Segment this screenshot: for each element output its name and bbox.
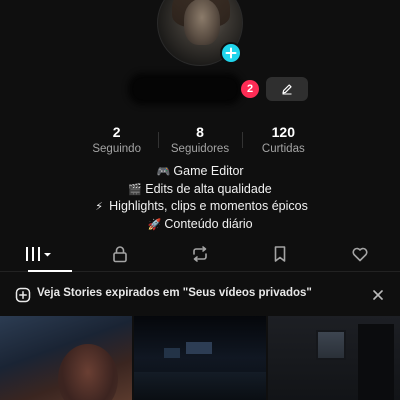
stat-label: Seguindo [92,143,141,155]
profile-avatar-container[interactable] [157,0,243,66]
video-thumbnail[interactable] [0,316,132,400]
notification-badge[interactable]: 2 [241,80,259,98]
stat-likes[interactable]: 120 Curtidas [241,124,325,158]
stat-value: 120 [271,124,295,140]
game-controller-icon: 🎮 [156,166,171,178]
rocket-icon: 🚀 [147,218,162,231]
stat-label: Seguidores [170,143,230,155]
bio-line: 🎮 Game Editor [0,163,400,181]
thumbnail-window [316,330,346,360]
bio-text: Game Editor [173,164,244,178]
thumbnail-figure [58,344,118,400]
profile-bio: 🎮 Game Editor 🎬 Edits de alta qualidade ⚡ H… [0,163,400,233]
thumbnail-window [164,348,180,358]
profile-tabs [0,236,400,272]
heart-icon [352,247,368,261]
clapperboard-icon: 🎬 [128,183,143,196]
banner-text: Veja Stories expirados em "Seus vídeos p… [37,287,312,299]
videos-grid-icon [26,246,51,261]
avatar-face [184,0,220,45]
lock-icon [113,245,127,262]
edit-profile-button[interactable] [266,77,308,101]
stat-value: 2 [112,124,121,140]
username-row [0,76,400,100]
username-redacted [133,78,237,100]
bookmark-icon [274,245,286,262]
profile-stats: 2 Seguindo 8 Seguidores 120 Curtidas [75,124,325,158]
bio-line: 🎬 Edits de alta qualidade [0,181,400,199]
tab-reposts[interactable] [160,236,240,271]
bio-text: Conteúdo diário [164,216,253,231]
thumbnail-window [186,342,212,354]
tab-liked[interactable] [320,236,400,271]
tab-saved[interactable] [240,236,320,271]
thumbnail-door [358,324,394,400]
bio-line: ⚡ Highlights, clips e momentos épicos [0,198,400,216]
expired-stories-banner[interactable]: Veja Stories expirados em "Seus vídeos p… [0,279,400,311]
stat-label: Curtidas [261,143,305,155]
pencil-icon [282,84,292,95]
plus-circle-icon [15,287,31,303]
video-thumbnail[interactable] [268,316,400,400]
bio-text: Highlights, clips e momentos épicos [109,199,308,213]
lightning-icon: ⚡ [95,201,103,213]
repost-icon [193,245,207,262]
video-thumbnail[interactable] [134,316,266,400]
close-icon[interactable] [371,288,385,302]
bio-line: 🚀 Conteúdo diário [0,216,400,234]
tab-videos[interactable] [0,236,80,272]
bio-text: Edits de alta qualidade [145,181,272,196]
stat-followers[interactable]: 8 Seguidores [158,124,241,158]
stat-following[interactable]: 2 Seguindo [75,124,158,158]
tab-private[interactable] [80,236,160,271]
plus-icon [225,47,237,59]
add-story-button[interactable] [220,42,242,64]
thumbnail-floor [134,372,266,400]
video-grid [0,316,400,400]
stat-value: 8 [196,124,204,140]
